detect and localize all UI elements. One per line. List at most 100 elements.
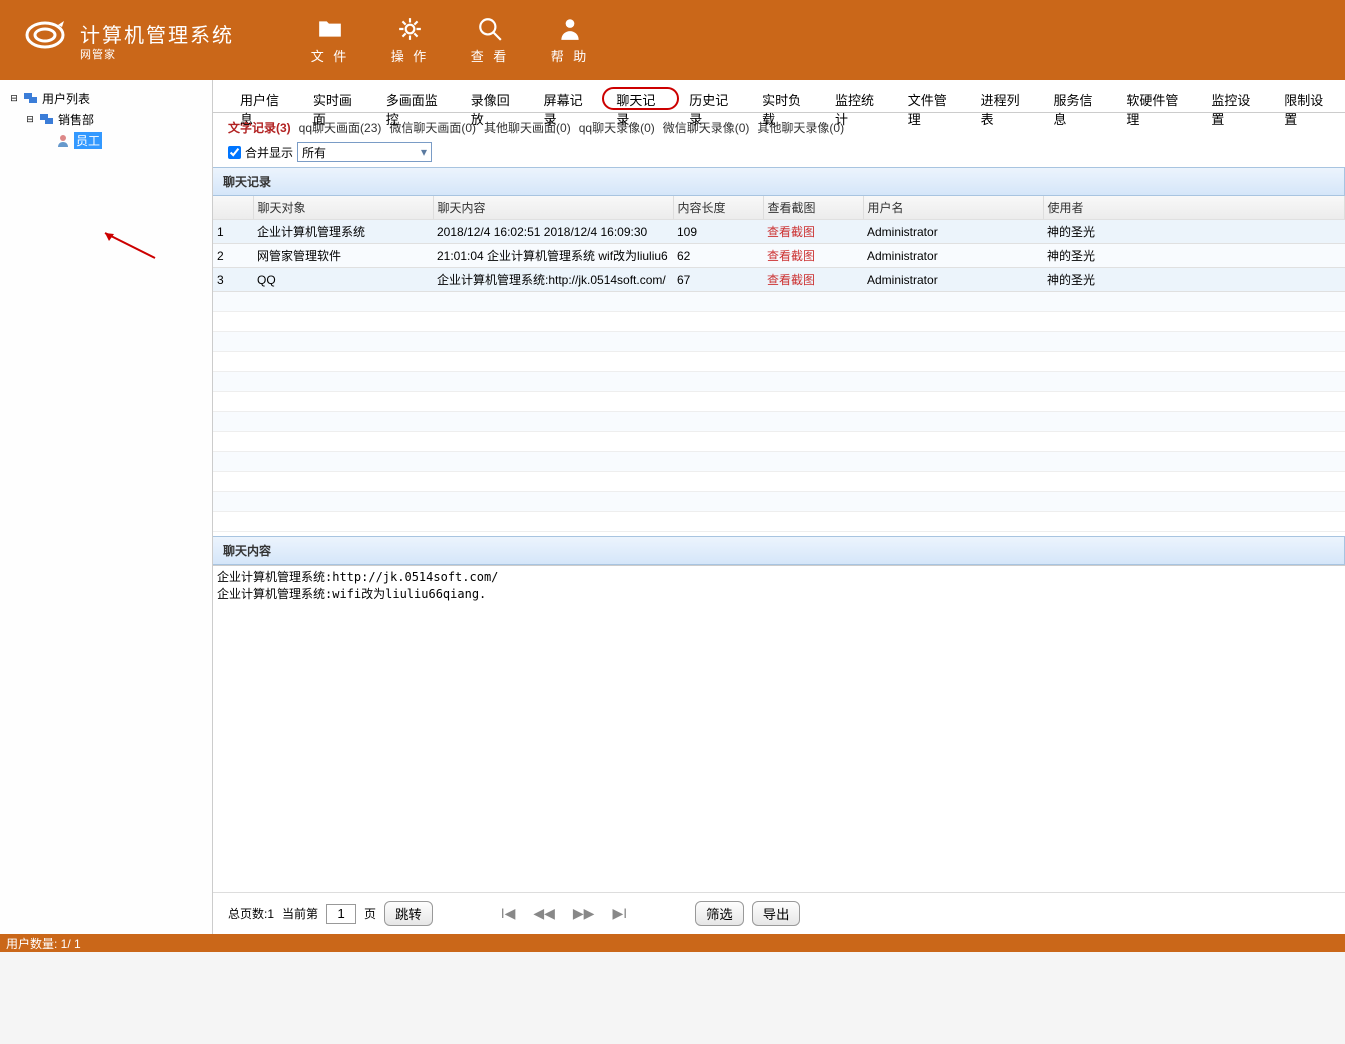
table-row[interactable]: 3 QQ 企业计算机管理系统:http://jk.0514soft.com/ 6… [213, 268, 1345, 292]
tab-1[interactable]: 实时画面 [301, 84, 374, 112]
cell-length: 109 [673, 220, 763, 244]
tree-toggle-icon[interactable]: ⊟ [8, 93, 20, 104]
cell-screenshot[interactable]: 查看截图 [763, 220, 863, 244]
col-content[interactable]: 聊天内容 [433, 196, 673, 220]
tab-9[interactable]: 文件管理 [896, 84, 969, 112]
chat-content-header: 聊天内容 [213, 536, 1345, 565]
toolbar-operate[interactable]: 操 作 [380, 16, 440, 65]
table-row[interactable]: 2 网管家管理软件 21:01:04 企业计算机管理系统 wif改为liuliu… [213, 244, 1345, 268]
annotation-arrow-icon [100, 230, 160, 260]
tree-toggle-icon[interactable]: ⊟ [24, 114, 36, 125]
cell-length: 62 [673, 244, 763, 268]
toolbar-file[interactable]: 文 件 [300, 16, 360, 65]
tree-root-users[interactable]: ⊟ 用户列表 [0, 88, 212, 109]
tab-2[interactable]: 多画面监控 [374, 84, 459, 112]
cell-username: Administrator [863, 244, 1043, 268]
toolbar-file-label: 文 件 [311, 46, 350, 65]
monitors-icon [23, 92, 39, 106]
chat-records-table: 聊天对象 聊天内容 内容长度 查看截图 用户名 使用者 1 企业计算机管理系统 … [213, 196, 1345, 532]
subtab-3[interactable]: 其他聊天画面(0) [484, 119, 571, 136]
filter-button[interactable]: 筛选 [695, 901, 744, 926]
tree-root-label: 用户列表 [42, 90, 90, 107]
sub-tabs: 文字记录(3)qq聊天画面(23)微信聊天画面(0)其他聊天画面(0)qq聊天录… [213, 113, 1345, 140]
cell-content: 企业计算机管理系统:http://jk.0514soft.com/ [433, 268, 673, 292]
main-tabs: 用户信息实时画面多画面监控录像回放屏幕记录聊天记录历史记录实时负载监控统计文件管… [213, 80, 1345, 113]
tab-3[interactable]: 录像回放 [459, 84, 532, 112]
col-username[interactable]: 用户名 [863, 196, 1043, 220]
toolbar-help[interactable]: 帮 助 [540, 16, 600, 65]
app-title: 计算机管理系统 [80, 19, 234, 48]
current-page-label: 当前第 [282, 905, 318, 922]
empty-row [213, 412, 1345, 432]
cell-target: QQ [253, 268, 433, 292]
cell-target: 网管家管理软件 [253, 244, 433, 268]
empty-row [213, 452, 1345, 472]
content-area: ⊟ 用户列表 ⊟ 销售部 员工 用户信息实时画面多画面监控录像回放屏幕记录聊天记… [0, 80, 1345, 934]
page-unit: 页 [364, 905, 376, 922]
tab-12[interactable]: 软硬件管理 [1114, 84, 1199, 112]
detail-line: 企业计算机管理系统:http://jk.0514soft.com/ [217, 568, 1341, 585]
tab-8[interactable]: 监控统计 [823, 84, 896, 112]
col-target[interactable]: 聊天对象 [253, 196, 433, 220]
type-select[interactable]: 所有 [297, 142, 432, 162]
tab-6[interactable]: 历史记录 [677, 84, 750, 112]
main-toolbar: 文 件 操 作 查 看 帮 助 [300, 16, 600, 65]
cell-idx: 3 [213, 268, 253, 292]
cell-operator: 神的圣光 [1043, 220, 1345, 244]
tree-user-employee[interactable]: 员工 [0, 130, 212, 151]
total-pages: 总页数:1 [228, 905, 274, 922]
empty-row [213, 332, 1345, 352]
empty-row [213, 372, 1345, 392]
cell-screenshot[interactable]: 查看截图 [763, 268, 863, 292]
cell-operator: 神的圣光 [1043, 244, 1345, 268]
brand-logo-icon [20, 15, 70, 65]
col-operator[interactable]: 使用者 [1043, 196, 1345, 220]
subtab-1[interactable]: qq聊天画面(23) [299, 119, 382, 136]
empty-row [213, 432, 1345, 452]
tab-4[interactable]: 屏幕记录 [532, 84, 605, 112]
col-length[interactable]: 内容长度 [673, 196, 763, 220]
tree-dept-label: 销售部 [58, 111, 94, 128]
cell-content: 2018/12/4 16:02:51 2018/12/4 16:09:30 [433, 220, 673, 244]
cell-username: Administrator [863, 220, 1043, 244]
cell-screenshot[interactable]: 查看截图 [763, 244, 863, 268]
tab-13[interactable]: 监控设置 [1199, 84, 1272, 112]
status-bar: 用户数量: 1/ 1 [0, 934, 1345, 952]
tree-dept-sales[interactable]: ⊟ 销售部 [0, 109, 212, 130]
empty-row [213, 312, 1345, 332]
chat-records-header: 聊天记录 [213, 167, 1345, 196]
page-input[interactable] [326, 904, 356, 924]
col-screenshot[interactable]: 查看截图 [763, 196, 863, 220]
tab-14[interactable]: 限制设置 [1272, 84, 1345, 112]
col-index[interactable] [213, 196, 253, 220]
next-page-icon[interactable]: ▶▶ [573, 905, 595, 922]
toolbar-help-label: 帮 助 [551, 46, 590, 65]
tab-5[interactable]: 聊天记录 [604, 84, 677, 112]
merge-checkbox[interactable] [228, 146, 241, 159]
cell-username: Administrator [863, 268, 1043, 292]
monitors-icon [39, 113, 55, 127]
empty-row [213, 292, 1345, 312]
person-icon [55, 134, 71, 148]
cell-content: 21:01:04 企业计算机管理系统 wif改为liuliu6 [433, 244, 673, 268]
tab-0[interactable]: 用户信息 [228, 84, 301, 112]
tab-10[interactable]: 进程列表 [969, 84, 1042, 112]
select-value: 所有 [302, 144, 326, 161]
first-page-icon[interactable]: I◀ [501, 905, 516, 922]
export-button[interactable]: 导出 [752, 901, 801, 926]
subtab-2[interactable]: 微信聊天画面(0) [389, 119, 476, 136]
merge-label: 合并显示 [245, 144, 293, 161]
cell-idx: 1 [213, 220, 253, 244]
subtab-5[interactable]: 微信聊天录像(0) [663, 119, 750, 136]
prev-page-icon[interactable]: ◀◀ [533, 905, 555, 922]
empty-row [213, 352, 1345, 372]
subtab-0[interactable]: 文字记录(3) [228, 119, 291, 136]
tab-11[interactable]: 服务信息 [1041, 84, 1114, 112]
goto-button[interactable]: 跳转 [384, 901, 433, 926]
toolbar-view[interactable]: 查 看 [460, 16, 520, 65]
last-page-icon[interactable]: ▶I [612, 905, 627, 922]
table-row[interactable]: 1 企业计算机管理系统 2018/12/4 16:02:51 2018/12/4… [213, 220, 1345, 244]
table-header-row: 聊天对象 聊天内容 内容长度 查看截图 用户名 使用者 [213, 196, 1345, 220]
tab-7[interactable]: 实时负载 [750, 84, 823, 112]
cell-operator: 神的圣光 [1043, 268, 1345, 292]
